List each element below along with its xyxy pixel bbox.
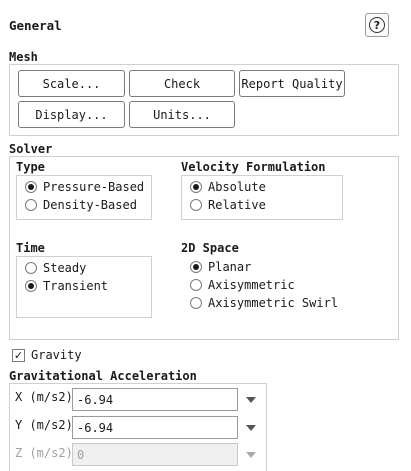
y-dropdown-icon[interactable] — [246, 425, 256, 431]
display-button[interactable]: Display... — [18, 101, 125, 128]
radio-absolute[interactable]: Absolute — [190, 178, 266, 196]
z-dropdown-icon — [246, 452, 256, 458]
gravitational-acceleration-label: Gravitational Acceleration — [9, 369, 197, 383]
checkbox-check-icon[interactable]: ✓ — [12, 348, 25, 362]
scale-button[interactable]: Scale... — [18, 70, 125, 97]
gravity-checkbox[interactable]: ✓ Gravity — [12, 346, 82, 364]
radio-planar[interactable]: Planar — [190, 258, 251, 276]
z-acceleration-input: 0 — [72, 443, 238, 466]
radio-button[interactable] — [25, 199, 37, 211]
time-label: Time — [16, 241, 45, 255]
radio-steady[interactable]: Steady — [25, 259, 86, 277]
radio-axisymmetric[interactable]: Axisymmetric — [190, 276, 295, 294]
radio-button[interactable] — [190, 297, 202, 309]
radio-button-selected[interactable] — [25, 181, 37, 193]
radio-button-selected[interactable] — [190, 181, 202, 193]
2d-space-label: 2D Space — [181, 241, 239, 255]
radio-button[interactable] — [190, 199, 202, 211]
panel-title: General — [9, 18, 62, 33]
radio-button[interactable] — [190, 279, 202, 291]
help-button[interactable]: ? — [365, 13, 389, 37]
report-quality-button[interactable]: Report Quality — [239, 70, 345, 97]
radio-button-selected[interactable] — [25, 280, 37, 292]
check-button[interactable]: Check — [129, 70, 235, 97]
radio-transient[interactable]: Transient — [25, 277, 108, 295]
y-acceleration-input[interactable]: -6.94 — [72, 416, 238, 439]
radio-density-based[interactable]: Density-Based — [25, 196, 137, 214]
radio-pressure-based[interactable]: Pressure-Based — [25, 178, 144, 196]
radio-button-selected[interactable] — [190, 261, 202, 273]
radio-button[interactable] — [25, 262, 37, 274]
x-acceleration-input[interactable]: -6.94 — [72, 388, 238, 411]
y-label: Y (m/s2) — [15, 418, 73, 432]
x-label: X (m/s2) — [15, 390, 73, 404]
radio-axisymmetric-swirl[interactable]: Axisymmetric Swirl — [190, 294, 338, 312]
x-dropdown-icon[interactable] — [246, 397, 256, 403]
mesh-label: Mesh — [9, 50, 38, 64]
z-label: Z (m/s2) — [15, 446, 73, 460]
help-icon: ? — [369, 17, 385, 33]
velocity-formulation-label: Velocity Formulation — [181, 160, 326, 174]
units-button[interactable]: Units... — [129, 101, 235, 128]
radio-relative[interactable]: Relative — [190, 196, 266, 214]
type-label: Type — [16, 160, 45, 174]
solver-label: Solver — [9, 142, 53, 156]
